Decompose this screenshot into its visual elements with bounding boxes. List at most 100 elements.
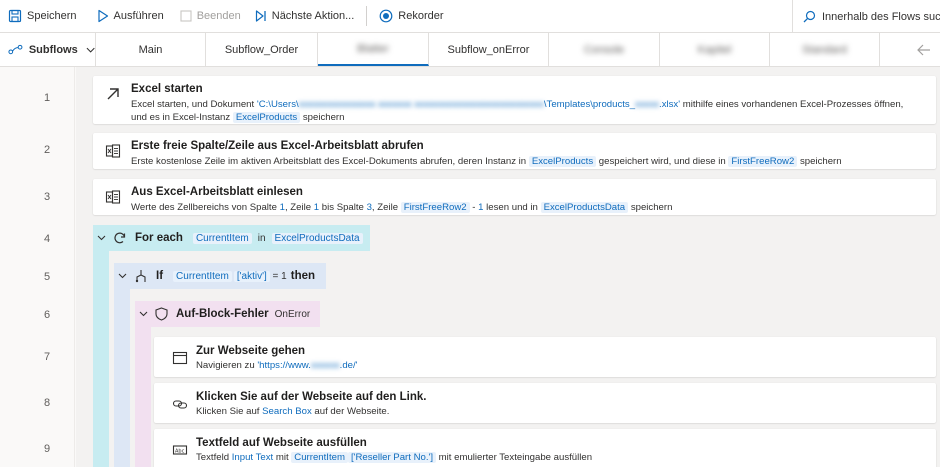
stop-label: Beenden xyxy=(196,10,241,22)
path-text: 'C:\Users\ xyxy=(256,99,299,110)
action-excel-starten[interactable]: Excel starten Excel starten, und Dokumen… xyxy=(93,76,936,124)
desc-text: Navigieren zu xyxy=(196,360,258,371)
tab-blurred-3[interactable]: Standard xyxy=(770,33,880,66)
action-description: Klicken Sie auf Search Box auf der Webse… xyxy=(196,405,920,418)
desc-text: Werte des Zellbereichs von Spalte xyxy=(131,202,280,213)
recorder-button[interactable]: Rekorder xyxy=(373,0,449,33)
tab-label: Console xyxy=(583,43,625,56)
desc-text: speichern xyxy=(628,202,673,213)
path-text: .xlsx' xyxy=(659,99,681,110)
tab-active[interactable]: Blatter xyxy=(318,33,429,66)
tab-label: Main xyxy=(138,43,163,56)
desc-text: , Zeile xyxy=(284,202,314,213)
if-rail-vertical xyxy=(114,289,130,467)
tab-blurred-2[interactable]: Kapitel xyxy=(660,33,770,66)
key-token: ['Reseller Part No.'] xyxy=(347,452,436,463)
if-block[interactable]: If CurrentItem ['aktiv'] = 1 then xyxy=(118,269,315,283)
path-text: \Templates\products_ xyxy=(543,99,636,110)
toolbar-divider xyxy=(366,6,368,26)
desc-text: mit emulierter Texteingabe ausfüllen xyxy=(436,452,593,463)
desc-text: Klicken Sie auf xyxy=(196,406,263,417)
desc-text: speichern xyxy=(300,112,345,123)
action-excel-einlesen[interactable]: Aus Excel-Arbeitsblatt einlesen Werte de… xyxy=(93,179,936,215)
tab-label: Standard xyxy=(802,43,847,56)
line-number: 8 xyxy=(44,397,51,409)
chevron-down-icon[interactable] xyxy=(118,273,127,279)
branch-icon xyxy=(135,270,146,283)
variable-token: CurrentItem xyxy=(291,452,348,463)
line-number: 6 xyxy=(44,309,51,321)
action-erste-freie-zeile[interactable]: Erste freie Spalte/Zeile aus Excel-Arbei… xyxy=(93,133,936,169)
desc-text: - xyxy=(469,202,479,213)
action-title: Erste freie Spalte/Zeile aus Excel-Arbei… xyxy=(131,140,424,152)
next-action-button[interactable]: Nächste Aktion... xyxy=(249,0,361,33)
tab-subflow-onerror[interactable]: Subflow_onError xyxy=(429,33,549,66)
subflows-dropdown[interactable]: Subflows xyxy=(0,33,96,66)
desc-text: Textfeld xyxy=(196,452,232,463)
action-title: Klicken Sie auf der Webseite auf den Lin… xyxy=(196,391,427,403)
svg-text:Abc: Abc xyxy=(175,448,185,454)
save-button[interactable]: Speichern xyxy=(2,0,83,33)
redacted-text: xxxxx xyxy=(635,99,660,110)
line-number: 4 xyxy=(44,233,51,245)
variable-token: ExcelProductsData xyxy=(271,232,363,244)
desc-text: lesen und in xyxy=(483,202,541,213)
step-icon xyxy=(255,10,266,22)
run-button[interactable]: Ausführen xyxy=(91,0,170,33)
number-token: 1 xyxy=(281,270,287,282)
redacted-text: xxxxxxxxxxxxxxxxxxxxxxxxxxx xyxy=(414,99,544,110)
desc-text: gespeichert wird, und diese in xyxy=(596,156,729,167)
tab-blurred-1[interactable]: Console xyxy=(549,33,660,66)
browser-icon xyxy=(172,351,188,365)
record-icon xyxy=(379,9,393,23)
if-title: If xyxy=(156,270,164,282)
flow-canvas: Excel starten Excel starten, und Dokumen… xyxy=(76,67,940,467)
arrow-up-right-icon xyxy=(107,88,119,100)
subflow-tabs: Subflows Main Subflow_Order Blatter Subf… xyxy=(0,33,940,67)
play-icon xyxy=(97,9,108,23)
chevron-down-icon[interactable] xyxy=(139,311,148,317)
save-label: Speichern xyxy=(27,10,77,22)
ui-element-link[interactable]: Input Text xyxy=(232,452,273,463)
line-number: 3 xyxy=(44,191,51,203)
ui-element-link[interactable]: Search Box xyxy=(262,406,312,417)
action-title: Textfeld auf Webseite ausfüllen xyxy=(196,437,367,449)
stop-button[interactable]: Beenden xyxy=(174,0,247,33)
action-zur-webseite-gehen[interactable]: Zur Webseite gehen Navigieren zu 'https:… xyxy=(154,337,936,377)
variable-token: CurrentItem xyxy=(192,232,252,244)
tab-label: Blatter xyxy=(357,42,389,55)
if-operator: = xyxy=(269,270,282,282)
tab-subflow-order[interactable]: Subflow_Order xyxy=(206,33,318,66)
foreach-title: For each xyxy=(135,232,183,244)
chevron-down-icon xyxy=(86,47,95,53)
action-description: Excel starten, und Dokument 'C:\Users\xx… xyxy=(131,98,920,124)
line-number: 7 xyxy=(44,351,51,363)
action-link-klicken[interactable]: Klicken Sie auf der Webseite auf den Lin… xyxy=(154,383,936,423)
textbox-icon: Abc xyxy=(172,445,188,455)
action-title: Zur Webseite gehen xyxy=(196,345,306,357)
action-textfeld-ausfuellen[interactable]: Abc Textfeld auf Webseite ausfüllen Text… xyxy=(154,429,936,467)
tab-label: Subflow_onError xyxy=(447,43,530,56)
loop-icon xyxy=(114,232,126,244)
line-number: 1 xyxy=(44,92,51,104)
chevron-down-icon[interactable] xyxy=(97,235,106,241)
onerror-rail-vertical xyxy=(135,327,151,467)
if-then: then xyxy=(290,270,316,282)
desc-text: , Zeile xyxy=(371,202,401,213)
next-action-label: Nächste Aktion... xyxy=(271,10,355,22)
foreach-block[interactable]: For each CurrentItem in ExcelProductsDat… xyxy=(97,231,363,245)
action-description: Textfeld Input Text mit CurrentItem ['Res… xyxy=(196,451,920,464)
flow-search[interactable]: Innerhalb des Flows suchen xyxy=(792,0,940,33)
tab-label: Subflow_Order xyxy=(224,43,299,56)
action-description: Werte des Zellbereichs von Spalte 1, Zei… xyxy=(131,201,920,214)
tab-main[interactable]: Main xyxy=(96,33,206,66)
link-icon xyxy=(172,400,188,409)
url-text: .de/' xyxy=(339,360,358,371)
excel-icon xyxy=(105,190,121,204)
line-number: 5 xyxy=(44,271,51,283)
foreach-rail-vertical xyxy=(93,251,109,467)
back-button[interactable] xyxy=(908,33,940,66)
onerror-block[interactable]: Auf-Block-Fehler OnError xyxy=(139,307,310,321)
variable-token: FirstFreeRow2 xyxy=(400,202,470,213)
action-description: Navigieren zu 'https://www.xxxxxx.de/' xyxy=(196,359,920,372)
